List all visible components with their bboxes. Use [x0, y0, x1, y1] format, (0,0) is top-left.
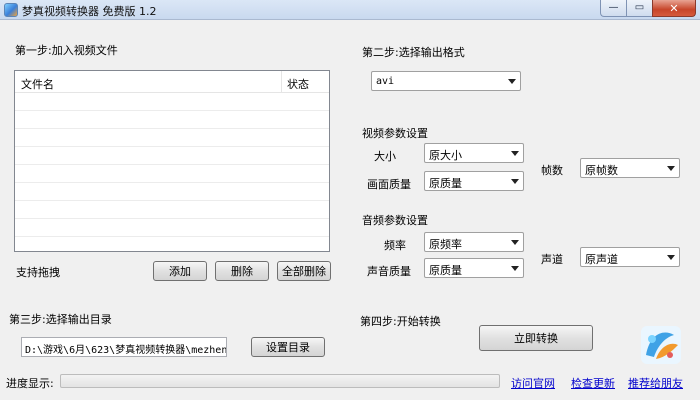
minimize-icon: —: [608, 2, 619, 13]
drag-hint: 支持拖拽: [16, 266, 60, 279]
size-label: 大小: [374, 150, 396, 163]
audio-rate-label: 频率: [384, 239, 406, 252]
fps-label: 帧数: [541, 164, 563, 177]
audio-rate-select[interactable]: 原频率: [424, 232, 524, 252]
size-select[interactable]: 原大小: [424, 143, 524, 163]
chevron-down-icon: [667, 166, 675, 171]
window-title: 梦真视频转换器 免费版 1.2: [22, 5, 157, 18]
size-select-value: 原大小: [429, 149, 462, 162]
video-quality-select[interactable]: 原质量: [424, 171, 524, 191]
chevron-down-icon: [508, 79, 516, 84]
add-button[interactable]: 添加: [153, 261, 207, 281]
column-status[interactable]: 状态: [287, 76, 309, 92]
progress-bar: [60, 374, 500, 388]
close-icon: ✕: [669, 1, 679, 15]
step3-title: 第三步:选择输出目录: [9, 313, 112, 326]
format-select[interactable]: avi: [371, 71, 521, 91]
window-controls: — ▭ ✕: [600, 0, 696, 18]
step2-title: 第二步:选择输出格式: [362, 46, 465, 59]
step4-title: 第四步:开始转换: [360, 315, 441, 328]
file-list[interactable]: 文件名 状态: [14, 70, 330, 252]
progress-label: 进度显示:: [6, 377, 54, 390]
check-update-link[interactable]: 检查更新: [571, 375, 615, 391]
fps-select-value: 原帧数: [585, 164, 618, 177]
chevron-down-icon: [511, 179, 519, 184]
chevron-down-icon: [667, 255, 675, 260]
delete-all-button[interactable]: 全部删除: [277, 261, 331, 281]
fps-select[interactable]: 原帧数: [580, 158, 680, 178]
set-directory-button[interactable]: 设置目录: [251, 337, 325, 357]
app-logo-icon: [641, 326, 681, 364]
video-settings-heading: 视频参数设置: [362, 127, 428, 140]
audio-quality-select-value: 原质量: [429, 264, 462, 277]
chevron-down-icon: [511, 266, 519, 271]
chevron-down-icon: [511, 151, 519, 156]
convert-now-button[interactable]: 立即转换: [479, 325, 593, 351]
close-button[interactable]: ✕: [652, 0, 696, 17]
maximize-icon: ▭: [634, 2, 645, 13]
step1-title: 第一步:加入视频文件: [15, 44, 118, 57]
audio-rate-select-value: 原频率: [429, 238, 462, 251]
file-list-rows[interactable]: [15, 93, 329, 251]
channel-label: 声道: [541, 253, 563, 266]
app-icon: [4, 3, 18, 17]
format-select-value: avi: [376, 76, 395, 87]
video-quality-label: 画面质量: [367, 178, 411, 191]
recommend-friend-link[interactable]: 推荐给朋友: [628, 375, 683, 391]
delete-button[interactable]: 删除: [215, 261, 269, 281]
minimize-button[interactable]: —: [600, 0, 626, 17]
audio-quality-label: 声音质量: [367, 265, 411, 278]
visit-website-link[interactable]: 访问官网: [511, 375, 555, 391]
channel-select-value: 原声道: [585, 253, 618, 266]
chevron-down-icon: [511, 240, 519, 245]
column-filename[interactable]: 文件名: [21, 76, 54, 92]
maximize-button[interactable]: ▭: [626, 0, 652, 17]
channel-select[interactable]: 原声道: [580, 247, 680, 267]
audio-quality-select[interactable]: 原质量: [424, 258, 524, 278]
title-bar: 梦真视频转换器 免费版 1.2 — ▭ ✕: [0, 0, 700, 20]
video-quality-select-value: 原质量: [429, 177, 462, 190]
audio-settings-heading: 音频参数设置: [362, 214, 428, 227]
output-path-field[interactable]: D:\游戏\6月\623\梦真视频转换器\mezhenv: [21, 337, 227, 357]
